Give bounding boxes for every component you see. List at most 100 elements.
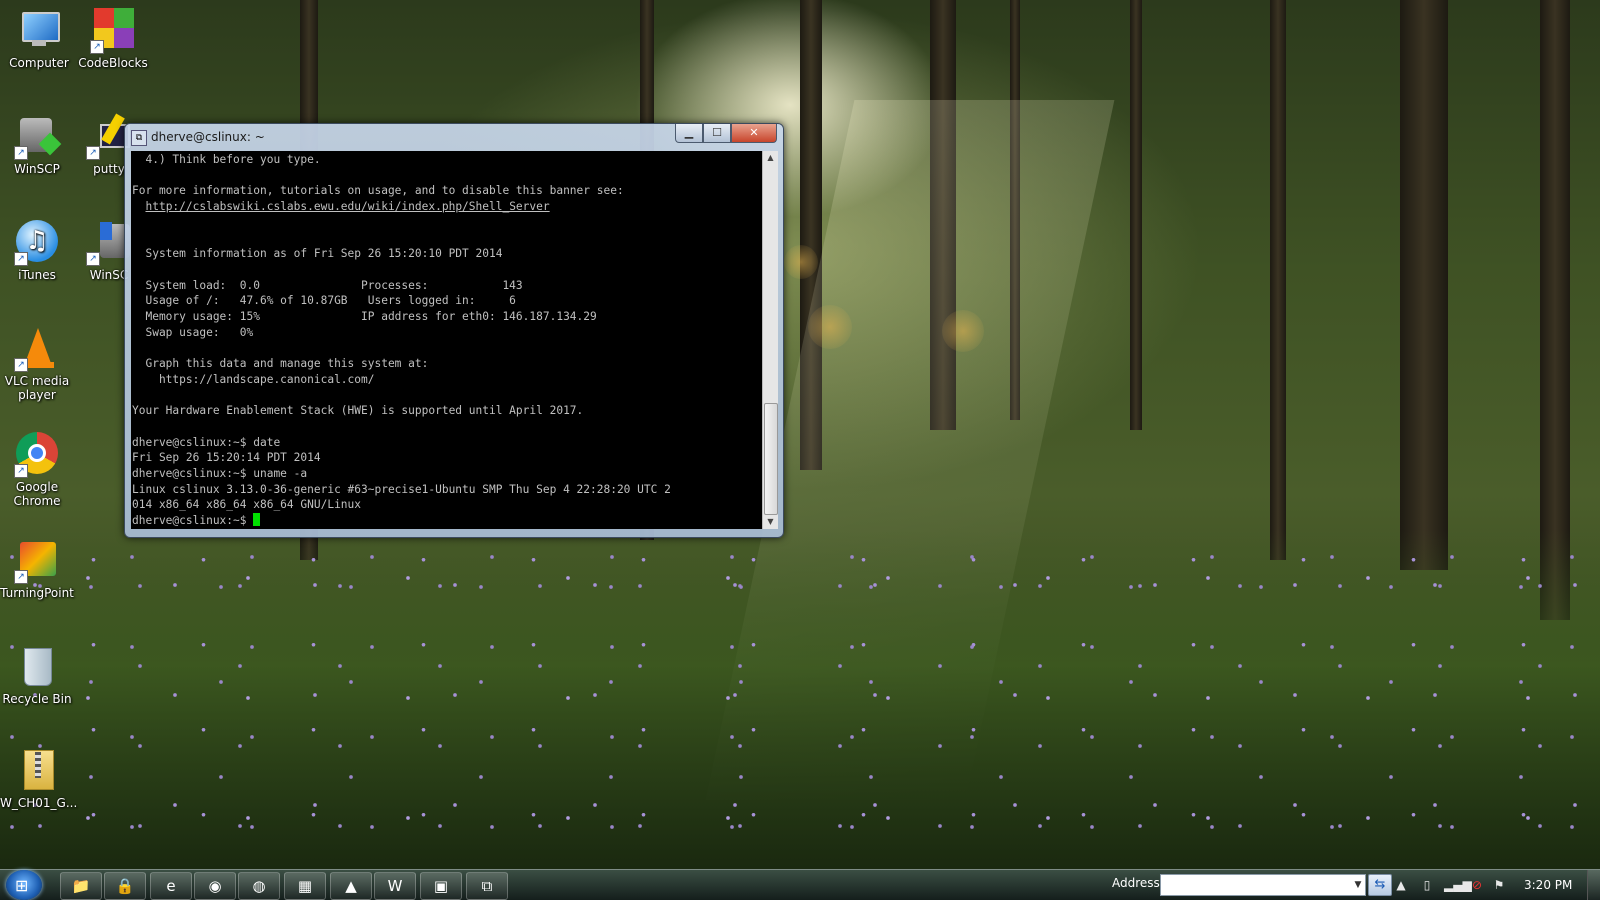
terminal-line: Swap usage: 0%	[132, 325, 254, 339]
codeblocks-icon: ▦	[297, 877, 313, 895]
desktop-icon-vlc[interactable]: ↗ VLC media player	[0, 326, 74, 402]
terminal-output[interactable]: 4.) Think before you type. For more info…	[131, 151, 762, 529]
show-desktop-button[interactable]	[1587, 870, 1600, 900]
taskbar-button-firefox[interactable]: ◍	[238, 872, 280, 900]
desktop-icon-turningpoint[interactable]: ↗ TurningPoint	[0, 538, 74, 600]
terminal-link[interactable]: http://cslabswiki.cslabs.ewu.edu/wiki/in…	[132, 200, 549, 213]
terminal-line: Fri Sep 26 15:20:14 PDT 2014	[132, 451, 321, 465]
explorer-icon: 📁	[71, 877, 91, 895]
desktop-icon-label: Google Chrome	[13, 480, 61, 508]
desktop-icon-chrome[interactable]: ↗ Google Chrome	[0, 432, 74, 508]
desktop-icon-recycle-bin[interactable]: Recycle Bin	[0, 644, 74, 706]
scroll-up-arrow-icon[interactable]: ▲	[763, 151, 778, 165]
acrobat-icon: ▲	[345, 877, 357, 895]
volume-muted-icon[interactable]: ⊘	[1470, 877, 1484, 893]
battery-icon[interactable]: ▯	[1420, 877, 1434, 893]
lock-icon: 🔒	[115, 877, 135, 895]
desktop-icon-codeblocks[interactable]: ↗ CodeBlocks	[76, 8, 150, 70]
taskbar: ⊞ 📁 🔒 e ◉ ◍ ▦ ▲ W ▣ ⧉ Address ▼ ⇆ ▲ ▯ ▂▄▆ ⊘ ⚑ 3:2…	[0, 869, 1600, 900]
terminal-text: 4.) Think before you type. For more info…	[131, 151, 762, 529]
wallpaper-bluebells	[0, 530, 1600, 870]
firefox-icon: ◍	[252, 877, 266, 895]
windows-start-icon: ⊞	[15, 876, 29, 895]
taskbar-button-internet-explorer[interactable]: e	[150, 872, 192, 900]
signal-strength-icon[interactable]: ▂▄▆	[1444, 877, 1472, 893]
terminal-line: 014 x86_64 x86_64 x86_64 GNU/Linux	[132, 498, 362, 512]
window-titlebar[interactable]: ⧉ dherve@cslinux: ~ ▁ ☐ ✕	[125, 124, 783, 150]
desktop-icon-label: W_CH01_G...	[0, 796, 78, 810]
taskbar-button-word[interactable]: W	[374, 872, 416, 900]
itunes-icon: ♫ ↗	[14, 220, 60, 266]
desktop-icon-label: Recycle Bin	[2, 692, 72, 706]
terminal-line: Linux cslinux 3.13.0-36-generic #63~prec…	[132, 482, 671, 496]
taskbar-button-putty[interactable]: ⧉	[466, 872, 508, 900]
terminal-scrollbar[interactable]: ▲ ▼	[762, 151, 778, 529]
terminal-line: Memory usage: 15% IP address for eth0: 1…	[132, 310, 597, 324]
desktop-icon-label: Computer	[9, 56, 69, 70]
internet-explorer-icon: e	[166, 877, 176, 895]
terminal-line: Usage of /: 47.6% of 10.87GB Users logge…	[132, 294, 516, 308]
chevron-down-icon[interactable]: ▼	[1351, 875, 1365, 895]
putty-icon: ⧉	[131, 130, 147, 146]
clock[interactable]: 3:20 PM	[1524, 878, 1572, 892]
close-button[interactable]: ✕	[731, 124, 777, 143]
desktop-icon-computer[interactable]: Computer	[2, 8, 76, 70]
terminal-line: dherve@cslinux:~$ date	[132, 435, 281, 449]
winscp-icon: ↗	[14, 114, 62, 160]
chrome-icon: ↗	[14, 432, 60, 478]
window-controls: ▁ ☐ ✕	[675, 124, 777, 143]
wallpaper-lens-flare	[784, 245, 818, 279]
recycle-bin-icon	[14, 644, 60, 690]
terminal-line: dherve@cslinux:~$ uname -a	[132, 467, 308, 481]
action-center-flag-icon[interactable]: ⚑	[1492, 877, 1506, 893]
show-hidden-icons-icon[interactable]: ▲	[1394, 877, 1408, 893]
computer-icon	[16, 8, 62, 54]
wallpaper-tree	[1130, 0, 1142, 430]
terminal-line: System load: 0.0 Processes: 143	[132, 278, 523, 292]
taskbar-button-codeblocks[interactable]: ▦	[284, 872, 326, 900]
terminal-line: For more information, tutorials on usage…	[132, 184, 624, 198]
scrollbar-thumb[interactable]	[764, 403, 778, 515]
desktop-icon-label: iTunes	[18, 268, 56, 282]
taskbar-button-lock[interactable]: 🔒	[104, 872, 146, 900]
terminal-line: System information as of Fri Sep 26 15:2…	[132, 247, 503, 261]
desktop-icon-label: CodeBlocks	[78, 56, 148, 70]
address-go-button[interactable]: ⇆	[1368, 874, 1392, 896]
desktop-icon-label: VLC media player	[4, 374, 70, 402]
terminal-line: 4.) Think before you type.	[132, 153, 321, 166]
zip-folder-icon	[14, 748, 60, 794]
wallpaper-tree	[1400, 0, 1448, 570]
turningpoint-icon: ↗	[14, 538, 60, 584]
wallpaper-tree	[1540, 0, 1570, 620]
codeblocks-icon: ↗	[90, 8, 136, 54]
desktop-icon-label: TurningPoint	[0, 586, 74, 600]
terminal-line: https://landscape.canonical.com/	[132, 372, 375, 386]
scroll-down-arrow-icon[interactable]: ▼	[763, 515, 778, 529]
terminal-prompt: dherve@cslinux:~$	[132, 514, 254, 528]
taskbar-button-acrobat[interactable]: ▲	[330, 872, 372, 900]
desktop-icon-winscp[interactable]: ↗ WinSCP	[0, 114, 74, 176]
network-app-icon: ▣	[433, 877, 449, 895]
taskbar-button-chrome[interactable]: ◉	[194, 872, 236, 900]
terminal-window[interactable]: ⧉ dherve@cslinux: ~ ▁ ☐ ✕ 4.) Think befo…	[124, 123, 784, 538]
start-button[interactable]: ⊞	[6, 870, 42, 900]
address-label: Address	[1112, 876, 1160, 890]
window-title: dherve@cslinux: ~	[151, 130, 265, 144]
wallpaper-tree	[1270, 0, 1286, 560]
word-icon: W	[387, 877, 403, 895]
minimize-button[interactable]: ▁	[675, 124, 703, 143]
terminal-line: Your Hardware Enablement Stack (HWE) is …	[132, 404, 584, 418]
maximize-button[interactable]: ☐	[703, 124, 731, 143]
wallpaper-lens-flare	[808, 305, 852, 349]
taskbar-button-explorer[interactable]: 📁	[60, 872, 102, 900]
chrome-icon: ◉	[208, 877, 222, 895]
wallpaper-lens-flare	[942, 310, 984, 352]
vlc-icon: ↗	[14, 326, 60, 372]
taskbar-button-network-app[interactable]: ▣	[420, 872, 462, 900]
desktop-icon-zip-folder[interactable]: W_CH01_G...	[0, 748, 78, 810]
desktop-icon-label: WinSCP	[14, 162, 60, 176]
address-input[interactable]: ▼	[1160, 874, 1366, 896]
terminal-cursor	[253, 513, 261, 527]
putty-icon: ⧉	[481, 877, 493, 895]
desktop-icon-itunes[interactable]: ♫ ↗ iTunes	[0, 220, 74, 282]
